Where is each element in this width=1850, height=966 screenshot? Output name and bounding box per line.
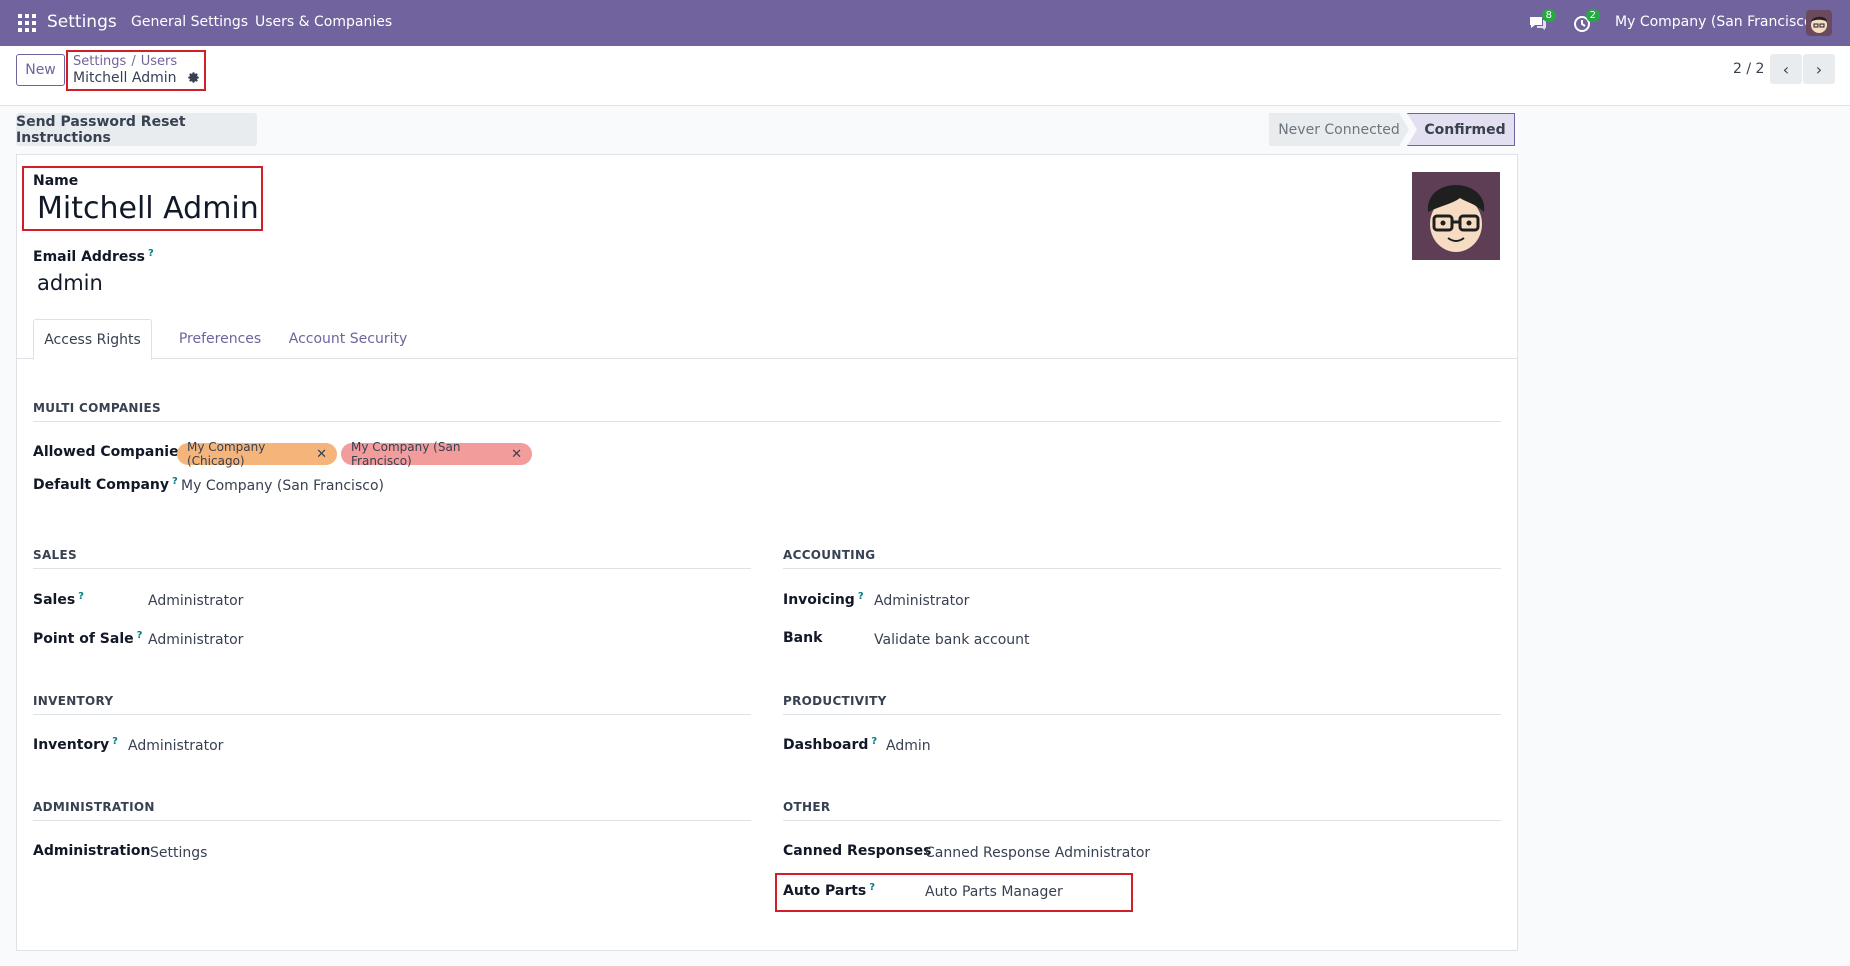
inventory-field[interactable]: Administrator [128,738,223,754]
help-icon[interactable]: ? [871,736,877,747]
allowed-companies-label: Allowed Companies [33,444,187,460]
breadcrumb-highlight: Settings / Users Mitchell Admin [66,50,206,91]
auto-parts-label-text: Auto Parts [783,883,867,899]
invoicing-label: Invoicing? [783,591,864,608]
section-other: OTHER [783,800,1501,821]
menu-users-companies[interactable]: Users & Companies [255,14,392,30]
stage-confirmed[interactable]: Confirmed [1407,113,1515,146]
default-company-label: Default Company? [33,476,178,493]
canned-responses-field[interactable]: Canned Response Administrator [925,845,1150,861]
default-company-field[interactable]: My Company (San Francisco) [181,478,384,494]
app-brand[interactable]: Settings [47,12,117,32]
apps-menu-icon[interactable] [18,14,36,32]
name-label: Name [33,173,79,189]
chevron-right-icon: › [1815,59,1823,79]
tab-preferences[interactable]: Preferences [170,319,270,359]
tab-account-security[interactable]: Account Security [284,319,412,359]
company-switcher[interactable]: My Company (San Francisco) [1615,14,1818,30]
gear-icon[interactable] [187,71,200,84]
dashboard-label-text: Dashboard [783,737,869,753]
email-input[interactable]: admin [37,271,103,295]
dashboard-label: Dashboard? [783,736,877,753]
breadcrumb-users[interactable]: Users [141,54,177,69]
section-multi-companies: MULTI COMPANIES [33,401,1501,422]
email-label: Email Address? [33,248,154,265]
new-button[interactable]: New [16,54,65,86]
menu-general-settings[interactable]: General Settings [131,14,248,30]
help-icon[interactable]: ? [858,591,864,602]
help-icon[interactable]: ? [137,630,143,641]
messages-icon[interactable]: 8 [1528,9,1556,33]
help-icon[interactable]: ? [148,248,154,259]
pager-previous-button[interactable]: ‹ [1770,54,1802,84]
help-icon[interactable]: ? [172,476,178,487]
top-navbar: Settings General Settings Users & Compan… [0,0,1850,46]
email-label-text: Email Address [33,249,146,265]
sales-field[interactable]: Administrator [148,593,243,609]
pager-value[interactable]: 2 / 2 [1733,61,1764,77]
invoicing-field[interactable]: Administrator [874,593,969,609]
name-input[interactable]: Mitchell Admin [37,191,259,226]
breadcrumb: Settings / Users [73,54,177,69]
chevron-left-icon: ‹ [1782,59,1790,79]
point-of-sale-label-text: Point of Sale [33,631,134,647]
bank-field[interactable]: Validate bank account [874,632,1030,648]
point-of-sale-field[interactable]: Administrator [148,632,243,648]
default-company-label-text: Default Company [33,477,170,493]
tab-access-rights[interactable]: Access Rights [33,319,152,360]
administration-label: Administration [33,843,151,859]
section-administration: ADMINISTRATION [33,800,751,821]
tag-company-chicago-label: My Company (Chicago) [187,440,266,468]
messages-count-badge: 8 [1541,9,1556,22]
help-icon[interactable]: ? [869,882,875,893]
section-sales: SALES [33,548,751,569]
bank-label: Bank [783,630,823,646]
status-bar: Never Connected Confirmed [1269,113,1515,146]
help-icon[interactable]: ? [112,736,118,747]
breadcrumb-separator: / [131,54,136,69]
control-panel: New Settings / Users Mitchell Admin 2 / 2 … [0,46,1850,106]
auto-parts-label: Auto Parts? [783,882,875,899]
help-icon[interactable]: ? [78,591,84,602]
auto-parts-field[interactable]: Auto Parts Manager [925,884,1063,900]
record-title-text: Mitchell Admin [73,70,177,86]
stage-never-connected[interactable]: Never Connected [1269,113,1409,146]
breadcrumb-settings[interactable]: Settings [73,54,126,69]
user-photo[interactable] [1412,172,1500,260]
pager-next-button[interactable]: › [1803,54,1835,84]
send-password-reset-button[interactable]: Send Password Reset Instructions [16,113,257,146]
invoicing-label-text: Invoicing [783,592,855,608]
tag-company-sf-label: My Company (San Francisco) [351,440,461,468]
inventory-label-text: Inventory [33,737,110,753]
record-title: Mitchell Admin [73,70,200,86]
section-inventory: INVENTORY [33,694,751,715]
remove-tag-icon[interactable]: ✕ [316,447,327,462]
canned-responses-label: Canned Responses [783,843,932,859]
point-of-sale-label: Point of Sale? [33,630,142,647]
dashboard-field[interactable]: Admin [886,738,931,754]
remove-tag-icon[interactable]: ✕ [511,447,522,462]
inventory-label: Inventory? [33,736,118,753]
notebook-tabs: Access Rights Preferences Account Securi… [16,319,1518,360]
user-avatar-icon[interactable] [1806,10,1832,36]
activities-clock-icon[interactable]: 2 [1572,9,1600,33]
activities-count-badge: 2 [1585,9,1600,22]
section-accounting: ACCOUNTING [783,548,1501,569]
tag-company-chicago: My Company (Chicago) ✕ [177,440,337,468]
section-productivity: PRODUCTIVITY [783,694,1501,715]
sales-label: Sales? [33,591,84,608]
sales-label-text: Sales [33,592,76,608]
tag-company-san-francisco: My Company (San Francisco) ✕ [341,440,532,468]
administration-field[interactable]: Settings [150,845,207,861]
